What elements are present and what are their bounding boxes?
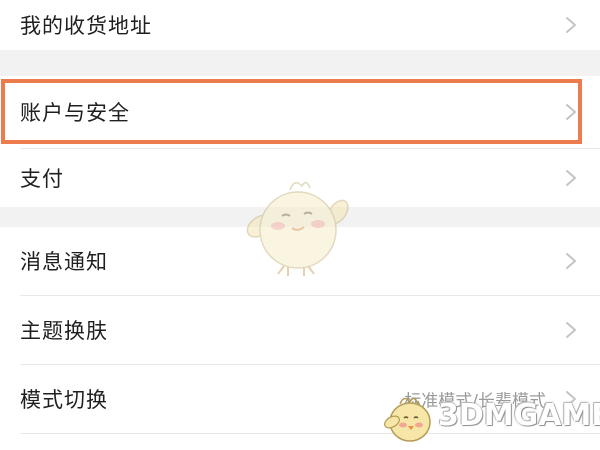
settings-item-shipping-address[interactable]: 我的收货地址 (0, 0, 600, 50)
settings-item-notifications[interactable]: 消息通知 (0, 227, 600, 295)
settings-item-label: 我的收货地址 (20, 14, 152, 38)
settings-item-account-security[interactable]: 账户与安全 (0, 76, 600, 148)
settings-item-label: 主题换肤 (20, 319, 108, 343)
settings-item-label: 支付 (20, 167, 64, 191)
settings-screen: 我的收货地址 账户与安全 支付 消息通知 主题换肤 模式切换 标准模式/长辈模式… (0, 0, 600, 450)
settings-item-label: 账户与安全 (20, 101, 130, 125)
chevron-right-icon (564, 102, 578, 122)
chevron-right-icon (564, 320, 578, 340)
chevron-right-icon (564, 15, 578, 35)
section-gap (0, 207, 600, 227)
chevron-right-icon (564, 389, 578, 409)
settings-item-label: 模式切换 (20, 388, 108, 412)
chevron-right-icon (564, 251, 578, 271)
current-mode-value: 标准模式/长辈模式 (404, 391, 546, 412)
row-divider (20, 433, 600, 434)
chevron-right-icon (564, 168, 578, 188)
settings-item-theme-skin[interactable]: 主题换肤 (0, 296, 600, 364)
section-gap (0, 50, 600, 76)
settings-item-mode-switch[interactable]: 模式切换 标准模式/长辈模式 (0, 365, 600, 433)
settings-item-payment[interactable]: 支付 (0, 149, 600, 207)
settings-item-label: 消息通知 (20, 250, 108, 274)
